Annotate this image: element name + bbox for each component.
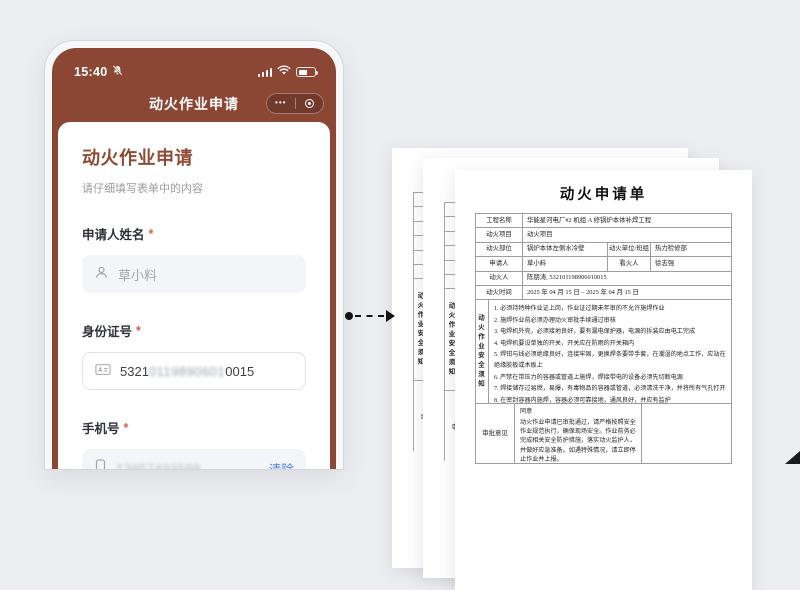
phone-mockup: 15:40 动火作业申请 ••• 动火作业申请	[44, 40, 344, 470]
bell-muted-icon	[112, 63, 123, 81]
id-input[interactable]: 532101198906010015	[82, 352, 306, 390]
masked-id-digits: 0119890601	[149, 364, 225, 379]
table-row: 动火人 陈朋涛, 532101198906010015	[476, 272, 731, 286]
flow-arrow	[345, 309, 395, 323]
status-time: 15:40	[74, 65, 107, 79]
person-icon	[94, 265, 109, 283]
safety-item: 7. 焊接储存过易燃，易爆，有毒物品的容器或管道，必须清洗干净，并将所有气孔打开	[494, 384, 726, 395]
table-row: 动火时间 2025 年 04 月 15 日 – 2025 年 04 月 15 日	[476, 286, 731, 300]
arrow-head-icon	[386, 310, 395, 322]
safety-items: 1. 必须持特种作业证上岗，作业证过期未年审的不允许施焊作业 2. 施焊作业前必…	[489, 300, 731, 403]
mobile-input[interactable]: 13957493588 清除	[82, 449, 306, 469]
target-icon[interactable]	[296, 99, 324, 108]
id-card-icon	[95, 363, 111, 379]
arrow-dashes	[355, 315, 384, 317]
table-row: 工程名称 华能星河电厂#2 机组 A 修锅炉本体补焊工程	[476, 214, 731, 228]
safety-section-row: 动火作业安全须知 1. 必须持特种作业证上岗，作业证过期未年审的不允许施焊作业 …	[476, 300, 731, 404]
table-row: 动火项目 动火项目	[476, 228, 731, 242]
id-input-value: 532101198906010015	[120, 364, 254, 379]
required-asterisk: *	[136, 324, 141, 338]
required-asterisk: *	[149, 227, 154, 241]
safety-item: 4. 电焊机要设单独的开关，开关应在防雨的开关箱内	[494, 339, 726, 350]
safety-item: 3. 电焊机外壳，必须接地良好，要有漏电保护器，电源的拆装应由电工完成	[494, 327, 726, 338]
approval-section-row: 审批意见 同意 动火作业申请已审批通过，请严格按照安全作业规范执行，确保现场安全…	[476, 404, 731, 463]
document-table: 工程名称 华能星河电厂#2 机组 A 修锅炉本体补焊工程 动火项目 动火项目 动…	[475, 213, 732, 464]
safety-item: 6. 严禁在带压力的容器或管道上施焊，焊接带电的设备必须先切断电源	[494, 373, 726, 384]
wifi-icon	[277, 63, 291, 81]
approval-comment: 同意 动火作业申请已审批通过，请严格按照安全作业规范执行，确保现场安全。作业前务…	[515, 404, 642, 463]
nav-bar: 动火作业申请 •••	[52, 86, 336, 122]
battery-icon	[296, 67, 316, 77]
required-asterisk: *	[124, 421, 129, 435]
document-title: 动火申请单	[455, 170, 752, 204]
page-title: 动火作业申请	[82, 144, 306, 170]
form-panel: 动火作业申请 请仔细填写表单中的内容 申请人姓名 * 草小料 身份证号 *	[58, 122, 330, 469]
safety-item: 1. 必须持特种作业证上岗，作业证过期未年审的不允许施焊作业	[494, 304, 726, 315]
safety-item: 5. 焊钳与线必须绝缘良好，连接牢固，更换焊条要带手套，在潮湿的地点工作，应站在…	[494, 350, 726, 373]
approval-section-label: 审批意见	[476, 404, 515, 463]
name-input[interactable]: 草小料	[82, 255, 306, 293]
name-field-label: 申请人姓名 *	[82, 224, 306, 243]
more-icon[interactable]: •••	[267, 99, 295, 109]
phone-screen: 15:40 动火作业申请 ••• 动火作业申请	[52, 48, 336, 469]
approval-empty-cell	[642, 404, 731, 463]
nav-title: 动火作业申请	[149, 94, 239, 114]
table-row: 申请人 草小料 看火人 徐志强	[476, 257, 731, 271]
cursor-icon	[785, 451, 800, 464]
status-bar: 15:40	[52, 48, 336, 86]
safety-item: 2. 施焊作业前必须办理动火审批手续通过审核	[494, 316, 726, 327]
table-row: 动火部位 锅炉本体左侧水冷壁 动火单位/班组 热力检修部	[476, 243, 731, 257]
masked-mobile-number: 13957493588	[116, 461, 201, 470]
signal-icon	[258, 67, 273, 77]
miniprogram-capsule[interactable]: •••	[266, 93, 324, 114]
safety-section-label: 动火作业安全须知	[476, 300, 484, 403]
document-sheet-front: 动火申请单 工程名称 华能星河电厂#2 机组 A 修锅炉本体补焊工程 动火项目 …	[455, 170, 752, 590]
arrow-dot	[345, 312, 353, 320]
name-input-value: 草小料	[118, 265, 157, 284]
mobile-field-label: 手机号 *	[82, 418, 306, 437]
id-field-label: 身份证号 *	[82, 321, 306, 340]
page-subtitle: 请仔细填写表单中的内容	[82, 180, 306, 196]
